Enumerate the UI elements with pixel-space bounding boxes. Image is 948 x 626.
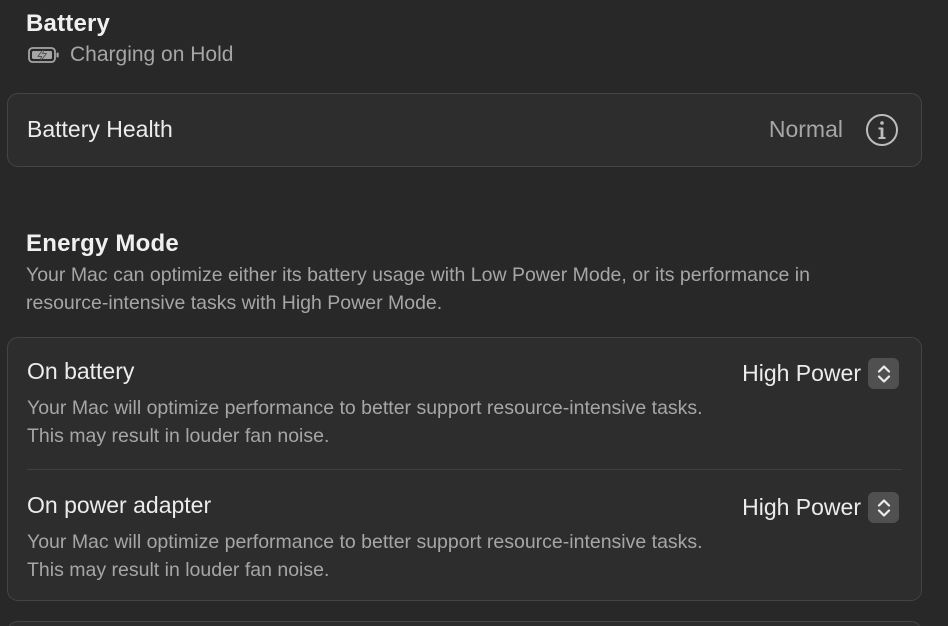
- charging-status-text: Charging on Hold: [70, 43, 234, 66]
- on-battery-label: On battery: [27, 358, 135, 384]
- battery-settings-page: Battery Charging on Hold Battery Health …: [0, 0, 948, 626]
- on-battery-row: On battery High Power Your Mac will opti…: [8, 338, 921, 468]
- on-power-adapter-label: On power adapter: [27, 492, 212, 518]
- energy-mode-title: Energy Mode: [26, 230, 179, 257]
- on-power-adapter-row: On power adapter High Power Your Mac wil…: [8, 472, 921, 602]
- charging-status: Charging on Hold: [28, 43, 233, 67]
- next-settings-card: [7, 621, 922, 626]
- chevron-up-down-icon: [868, 492, 899, 523]
- on-battery-description: Your Mac will optimize performance to be…: [27, 397, 703, 447]
- battery-health-label: Battery Health: [27, 116, 173, 142]
- energy-mode-card: On battery High Power Your Mac will opti…: [7, 337, 922, 601]
- on-battery-mode-value: High Power: [742, 360, 861, 386]
- battery-health-value: Normal: [768, 116, 843, 142]
- on-battery-mode-select[interactable]: High Power: [742, 358, 899, 389]
- on-power-adapter-mode-select[interactable]: High Power: [742, 492, 899, 523]
- chevron-up-down-icon: [868, 358, 899, 389]
- energy-mode-description: Your Mac can optimize either its battery…: [26, 264, 810, 314]
- info-icon[interactable]: [865, 113, 899, 147]
- battery-charging-icon: [28, 46, 60, 64]
- battery-section-title: Battery: [26, 10, 111, 37]
- on-power-adapter-mode-value: High Power: [742, 494, 861, 520]
- battery-health-card: Battery Health Normal: [7, 93, 922, 167]
- row-divider: [27, 469, 902, 470]
- on-power-adapter-description: Your Mac will optimize performance to be…: [27, 531, 703, 581]
